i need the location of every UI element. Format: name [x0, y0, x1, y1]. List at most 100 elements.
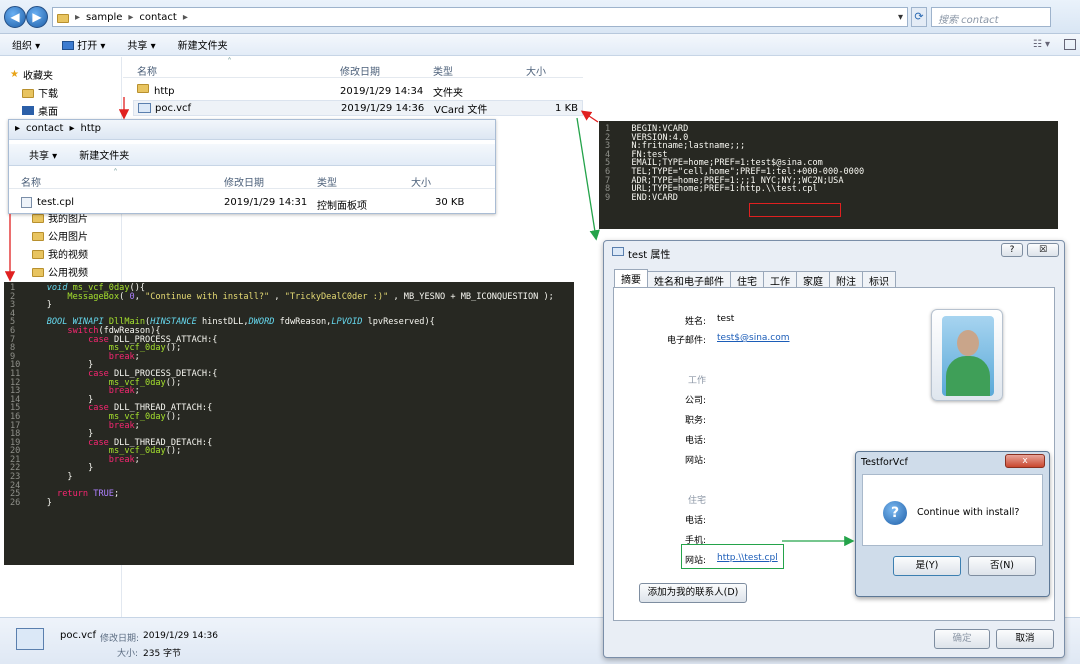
column-name[interactable]: 名称 [21, 174, 41, 189]
share-button[interactable]: 共享 ▾ [29, 147, 57, 162]
code-line: 3 N:fritname;lastname;;; [605, 141, 746, 152]
folder-icon [32, 214, 44, 223]
breadcrumb-contact[interactable]: contact [139, 12, 176, 23]
file-size: 30 KB [435, 197, 465, 208]
open-button[interactable]: 打开 ▾ [62, 37, 105, 52]
sort-arrow-icon: ˄ [113, 168, 118, 179]
email-link[interactable]: test$@sina.com [717, 333, 790, 343]
sidebar-item-desktop[interactable]: 桌面 [22, 103, 58, 118]
message-box-body: ? Continue with install? [862, 474, 1043, 546]
new-folder-button[interactable]: 新建文件夹 [79, 147, 129, 162]
forward-button[interactable]: ▶ [26, 6, 48, 28]
column-name[interactable]: 名称 [137, 63, 157, 78]
vcard-file-icon [16, 628, 44, 650]
status-date-label: 修改日期: [100, 634, 140, 644]
file-row-poc[interactable]: poc.vcf 2019/1/29 14:36 VCard 文件 1 KB [133, 100, 583, 116]
c-source-panel: 1 void ms_vcf_0day(){ 2 MessageBox( 0, "… [4, 282, 574, 565]
overlay-command-bar: 共享 ▾ 新建文件夹 [9, 144, 495, 166]
job-title-label: 职务: [684, 416, 706, 426]
folder-icon [32, 232, 44, 241]
sidebar-item-public-videos[interactable]: 公用视频 [32, 264, 88, 279]
avatar-photo [942, 316, 994, 396]
status-date: 2019/1/29 14:36 [143, 631, 218, 641]
share-button[interactable]: 共享 ▾ [127, 37, 155, 52]
address-box[interactable]: ▸ sample ▸ contact ▸ ▾ [52, 7, 908, 27]
close-icon[interactable]: x [1005, 454, 1045, 468]
folder-icon [32, 268, 44, 277]
file-name: http [154, 85, 175, 97]
tab-ids[interactable]: 标识 [862, 271, 896, 288]
home-phone-label: 电话: [684, 516, 706, 526]
company-label: 公司: [684, 396, 706, 406]
file-row-http[interactable]: http 2019/1/29 14:34 文件夹 [133, 83, 583, 99]
chevron-down-icon[interactable]: ▾ [898, 12, 903, 23]
tab-summary[interactable]: 摘要 [614, 269, 648, 287]
url-highlight-box [749, 203, 841, 217]
email-label: 电子邮件: [666, 336, 706, 346]
column-size[interactable]: 大小 [411, 174, 431, 189]
tab-work[interactable]: 工作 [763, 271, 797, 288]
file-date: 2019/1/29 14:31 [224, 197, 308, 208]
yes-button[interactable]: 是(Y) [893, 556, 961, 576]
column-type[interactable]: 类型 [317, 174, 337, 189]
breadcrumb-http[interactable]: http [80, 123, 101, 136]
sidebar-item-downloads[interactable]: 下载 [22, 85, 58, 100]
file-date: 2019/1/29 14:34 [340, 85, 424, 97]
question-icon: ? [883, 501, 907, 525]
vcard-file-icon [138, 103, 151, 113]
tab-name-email[interactable]: 姓名和电子邮件 [647, 271, 731, 288]
sidebar-item-my-videos[interactable]: 我的视频 [32, 246, 88, 261]
preview-pane-icon[interactable] [1064, 39, 1076, 50]
status-file-name: poc.vcf [60, 630, 97, 641]
work-header: 工作 [687, 376, 706, 386]
file-type: 文件夹 [433, 87, 463, 99]
back-button[interactable]: ◀ [4, 6, 26, 28]
tab-home[interactable]: 住宅 [730, 271, 764, 288]
sort-arrow-icon: ˄ [227, 57, 232, 68]
work-website-label: 网站: [684, 456, 706, 466]
sidebar-item-public-pictures[interactable]: 公用图片 [32, 228, 88, 243]
breadcrumb-sample[interactable]: sample [86, 12, 122, 23]
file-name: poc.vcf [155, 102, 192, 114]
search-input[interactable]: 搜索 contact [931, 7, 1051, 27]
column-type[interactable]: 类型 [433, 63, 453, 78]
ok-button[interactable]: 确定 [934, 629, 990, 649]
control-panel-icon [21, 197, 32, 208]
close-button[interactable]: ☒ [1027, 243, 1059, 257]
new-folder-button[interactable]: 新建文件夹 [178, 37, 228, 52]
column-date[interactable]: 修改日期 [340, 63, 380, 78]
folder-icon [32, 250, 44, 259]
address-bar: ◀ ▶ ▸ sample ▸ contact ▸ ▾ ⟳ 搜索 contact [0, 0, 1080, 34]
work-phone-label: 电话: [684, 436, 706, 446]
breadcrumb-contact[interactable]: contact [26, 123, 63, 136]
column-size[interactable]: 大小 [526, 63, 546, 78]
file-row-test-cpl[interactable]: test.cpl 2019/1/29 14:31 控制面板项 30 KB [21, 196, 495, 212]
name-value: test [717, 314, 735, 324]
message-text: Continue with install? [917, 507, 1020, 518]
column-date[interactable]: 修改日期 [224, 174, 264, 189]
view-options-icon[interactable]: ☷ ▾ [1033, 39, 1050, 50]
code-line: 9 END:VCARD [605, 192, 678, 203]
avatar [931, 309, 1003, 401]
file-size: 1 KB [555, 102, 578, 114]
star-icon: ★ [10, 69, 19, 80]
name-label: 姓名: [684, 317, 706, 327]
file-type: VCard 文件 [434, 104, 488, 116]
contact-icon [612, 247, 624, 256]
tab-notes[interactable]: 附注 [829, 271, 863, 288]
add-to-contacts-button[interactable]: 添加为我的联系人(D) [639, 583, 747, 603]
help-button[interactable]: ? [1001, 243, 1023, 257]
cancel-button[interactable]: 取消 [996, 629, 1054, 649]
no-button[interactable]: 否(N) [968, 556, 1036, 576]
sidebar-item-favorites[interactable]: ★ 收藏夹 [10, 67, 53, 82]
overlay-address-bar[interactable]: ▸ contact ▸ http [9, 120, 495, 140]
tab-family[interactable]: 家庭 [796, 271, 830, 288]
tab-strip: 摘要 姓名和电子邮件 住宅 工作 家庭 附注 标识 [614, 269, 896, 288]
http-folder-window: ▸ contact ▸ http 共享 ▾ 新建文件夹 名称 ˄ 修改日期 类型 大… [8, 119, 496, 214]
message-box-title: TestforVcf [861, 457, 908, 468]
organize-button[interactable]: 组织 ▾ [12, 37, 40, 52]
home-header: 住宅 [687, 496, 706, 506]
file-date: 2019/1/29 14:36 [341, 102, 425, 114]
command-bar: 组织 ▾ 打开 ▾ 共享 ▾ 新建文件夹 ☷ ▾ [0, 34, 1080, 56]
refresh-icon[interactable]: ⟳ [911, 7, 927, 27]
